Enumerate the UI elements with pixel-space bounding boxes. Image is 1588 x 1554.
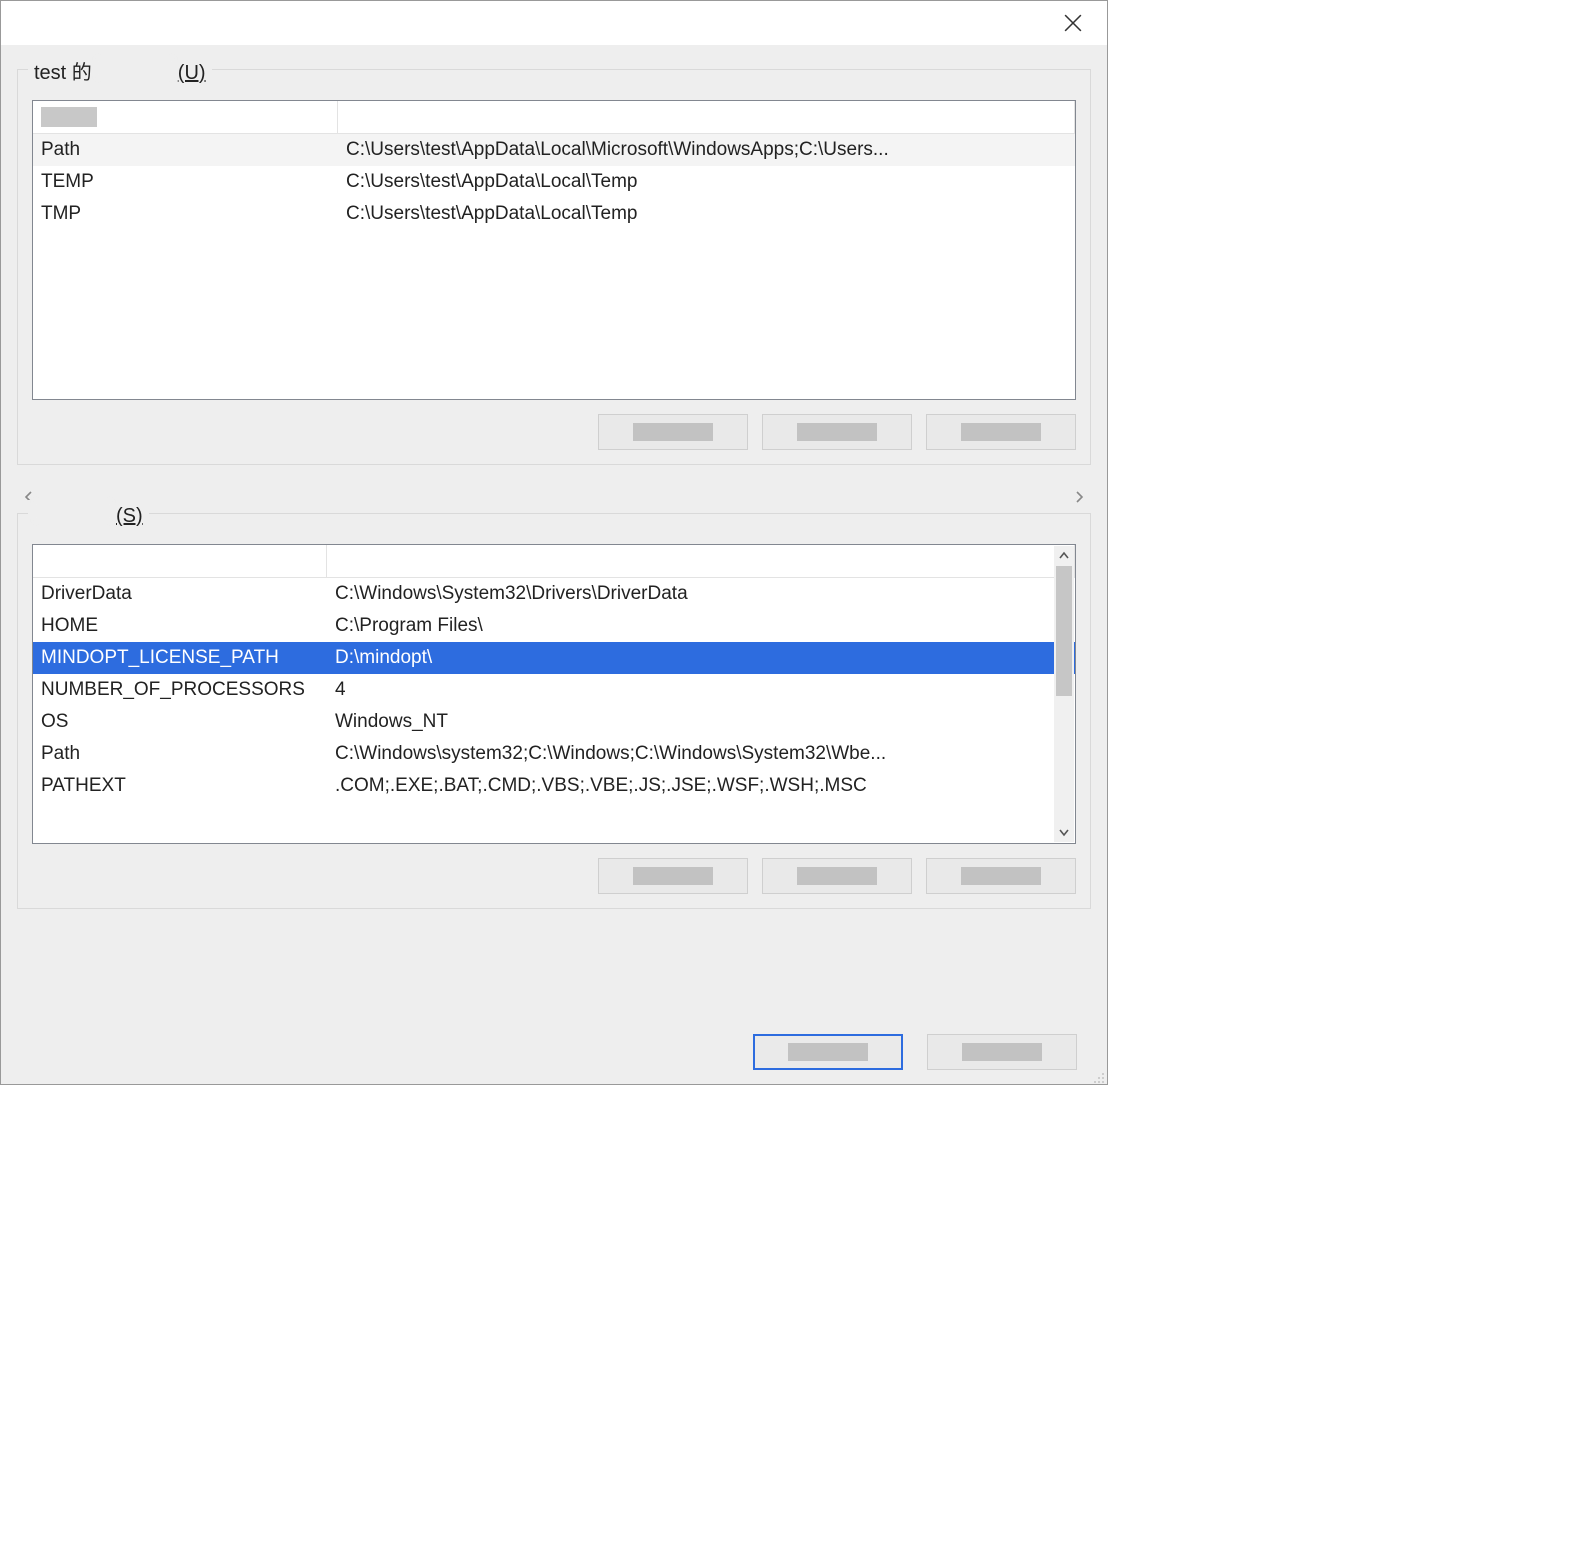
table-row[interactable]: TEMPC:\Users\test\AppData\Local\Temp (33, 166, 1075, 198)
var-value-cell: C:\Windows\system32;C:\Windows;C:\Window… (327, 743, 1075, 765)
system-vars-group: (S) DriverDataC:\Windows\System32\Driver… (17, 513, 1091, 909)
system-vars-list-header[interactable] (33, 545, 1075, 578)
sys-header-col-value[interactable] (327, 545, 1075, 577)
var-name-cell: MINDOPT_LICENSE_PATH (33, 647, 327, 669)
table-row[interactable]: PathC:\Windows\system32;C:\Windows;C:\Wi… (33, 738, 1075, 770)
system-delete-button[interactable] (926, 858, 1076, 894)
var-value-cell: C:\Users\test\AppData\Local\Microsoft\Wi… (338, 139, 1075, 161)
user-vars-buttons (32, 414, 1076, 450)
var-name-cell: NUMBER_OF_PROCESSORS (33, 679, 327, 701)
ok-button[interactable] (753, 1034, 903, 1070)
nav-row (17, 485, 1091, 509)
user-vars-legend-prefix: test 的 (34, 56, 92, 85)
system-edit-button[interactable] (762, 858, 912, 894)
user-delete-button[interactable] (926, 414, 1076, 450)
system-list-scrollbar[interactable] (1054, 546, 1074, 842)
scroll-track[interactable] (1054, 566, 1074, 822)
chevron-down-icon (1059, 827, 1069, 837)
table-row[interactable]: PathC:\Users\test\AppData\Local\Microsof… (33, 134, 1075, 166)
cancel-button[interactable] (927, 1034, 1077, 1070)
scroll-up-button[interactable] (1054, 546, 1074, 566)
scroll-down-button[interactable] (1054, 822, 1074, 842)
table-row[interactable]: MINDOPT_LICENSE_PATHD:\mindopt\ (33, 642, 1075, 674)
user-vars-legend: test 的 (U) (28, 56, 212, 85)
nav-next[interactable] (1067, 485, 1091, 509)
user-vars-list-header[interactable] (33, 101, 1075, 134)
close-button[interactable] (1051, 5, 1095, 41)
var-name-cell: Path (33, 743, 327, 765)
sys-header-col-name[interactable] (33, 545, 327, 577)
var-name-cell: TMP (33, 203, 338, 225)
table-row[interactable]: TMPC:\Users\test\AppData\Local\Temp (33, 198, 1075, 230)
system-vars-buttons (32, 858, 1076, 894)
resize-grip[interactable] (1091, 1068, 1105, 1082)
var-name-cell: Path (33, 139, 338, 161)
user-edit-button[interactable] (762, 414, 912, 450)
user-vars-legend-obscured (96, 57, 174, 79)
dialog-footer-buttons (753, 1034, 1077, 1070)
var-name-cell: TEMP (33, 171, 338, 193)
user-header-col-value[interactable] (338, 101, 1075, 133)
resize-grip-icon (1091, 1070, 1105, 1084)
var-value-cell: C:\Program Files\ (327, 615, 1075, 637)
close-icon (1064, 14, 1082, 32)
var-name-cell: HOME (33, 615, 327, 637)
system-vars-legend: (S) (28, 500, 149, 528)
var-value-cell: Windows_NT (327, 711, 1075, 733)
var-value-cell: D:\mindopt\ (327, 647, 1075, 669)
var-name-cell: OS (33, 711, 327, 733)
var-value-cell: C:\Users\test\AppData\Local\Temp (338, 171, 1075, 193)
var-value-cell: 4 (327, 679, 1075, 701)
table-row[interactable]: DriverDataC:\Windows\System32\Drivers\Dr… (33, 578, 1075, 610)
var-name-cell: DriverData (33, 583, 327, 605)
chevron-right-icon (1073, 491, 1085, 503)
var-value-cell: C:\Users\test\AppData\Local\Temp (338, 203, 1075, 225)
table-row[interactable]: NUMBER_OF_PROCESSORS4 (33, 674, 1075, 706)
var-value-cell: .COM;.EXE;.BAT;.CMD;.VBS;.VBE;.JS;.JSE;.… (327, 775, 1075, 797)
var-value-cell: C:\Windows\System32\Drivers\DriverData (327, 583, 1075, 605)
scroll-thumb[interactable] (1056, 566, 1072, 696)
system-vars-list[interactable]: DriverDataC:\Windows\System32\Drivers\Dr… (32, 544, 1076, 844)
user-vars-list[interactable]: PathC:\Users\test\AppData\Local\Microsof… (32, 100, 1076, 400)
table-row[interactable]: HOMEC:\Program Files\ (33, 610, 1075, 642)
table-row[interactable]: PATHEXT.COM;.EXE;.BAT;.CMD;.VBS;.VBE;.JS… (33, 770, 1075, 802)
env-vars-dialog: test 的 (U) PathC:\Users\test\AppData\Loc… (0, 0, 1108, 1085)
user-new-button[interactable] (598, 414, 748, 450)
dialog-body: test 的 (U) PathC:\Users\test\AppData\Loc… (1, 45, 1107, 1084)
var-name-cell: PATHEXT (33, 775, 327, 797)
titlebar (1, 1, 1107, 46)
system-vars-legend-mnemonic: (S) (116, 505, 143, 528)
table-row[interactable]: OSWindows_NT (33, 706, 1075, 738)
system-new-button[interactable] (598, 858, 748, 894)
user-vars-legend-mnemonic: (U) (178, 62, 206, 85)
user-vars-group: test 的 (U) PathC:\Users\test\AppData\Loc… (17, 69, 1091, 465)
system-vars-legend-obscured (34, 500, 112, 522)
user-header-col-name[interactable] (33, 101, 338, 133)
chevron-up-icon (1059, 551, 1069, 561)
